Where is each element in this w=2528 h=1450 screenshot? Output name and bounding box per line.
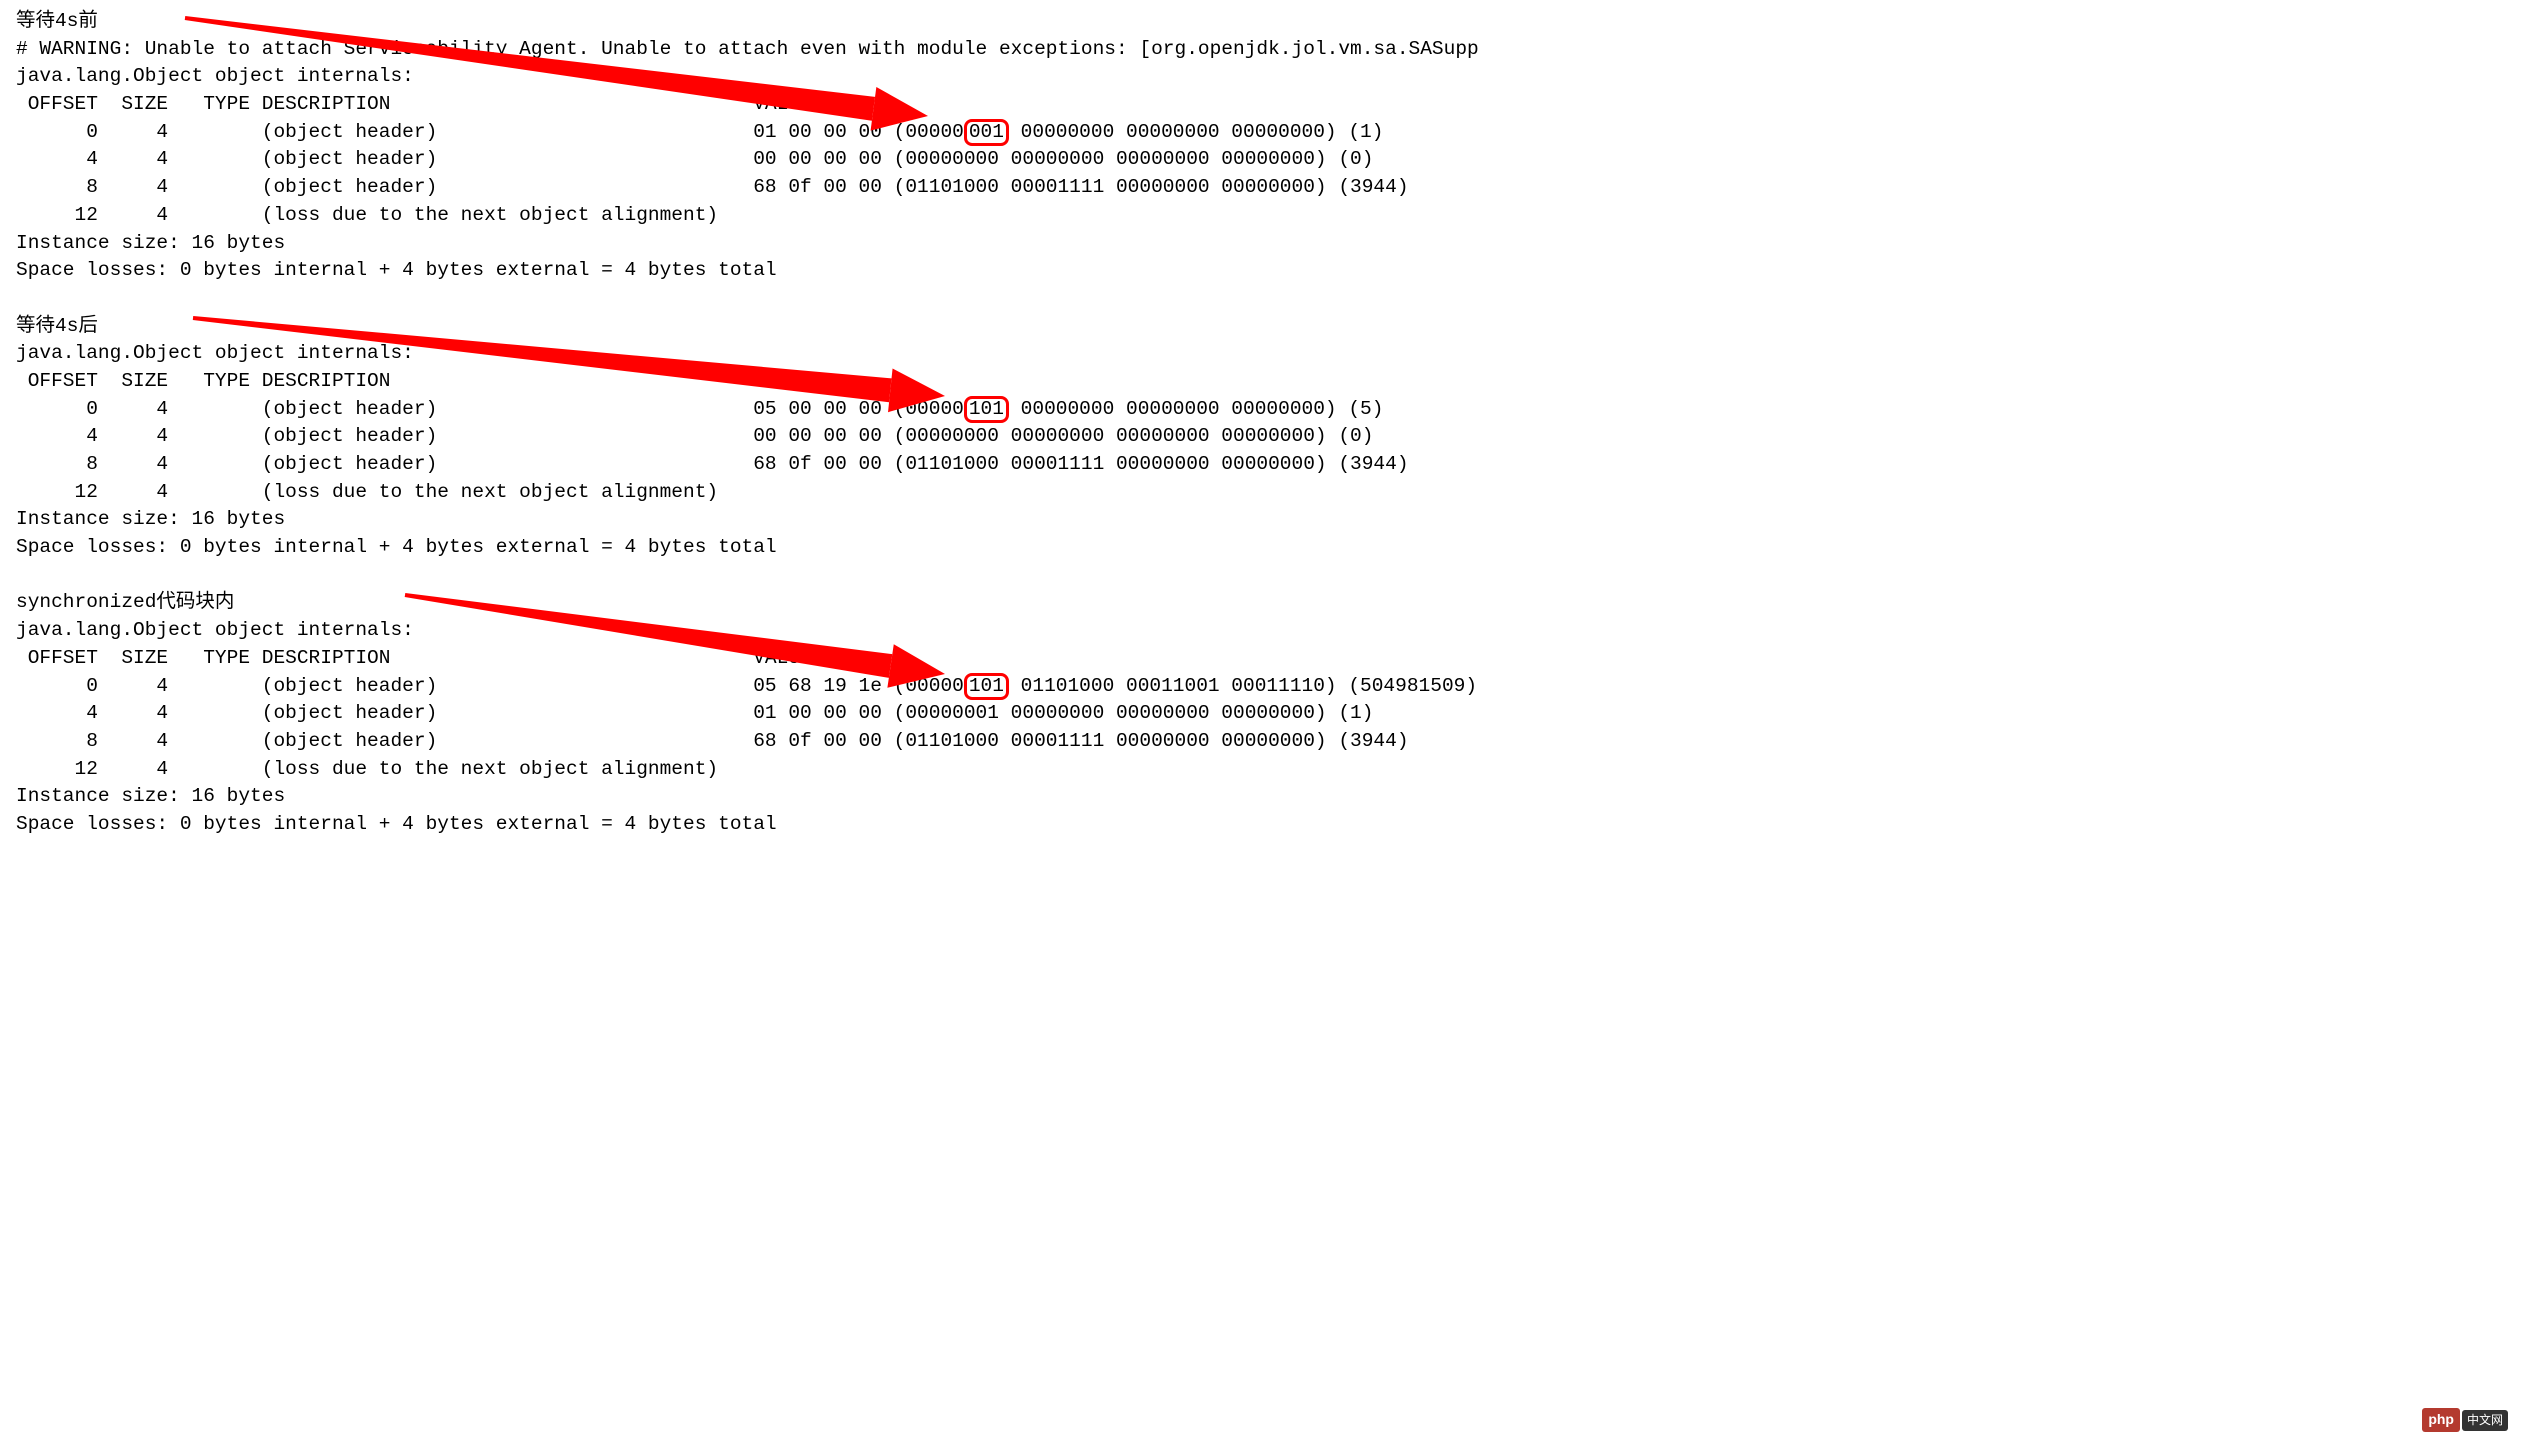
column-header: OFFSET SIZE TYPE DESCRIPTION VALUE	[16, 91, 2512, 119]
output-section: synchronized代码块内java.lang.Object object …	[16, 589, 2512, 866]
row-text: 12 4 (loss due to the next object alignm…	[16, 758, 718, 780]
instance-size: Instance size: 16 bytes	[16, 506, 2512, 534]
object-internals-header: java.lang.Object object internals:	[16, 63, 2512, 91]
data-row: 12 4 (loss due to the next object alignm…	[16, 479, 2512, 507]
row-text: 0 4 (object header) 05 00 00 00 (00000	[16, 398, 964, 420]
data-row: 8 4 (object header) 68 0f 00 00 (0110100…	[16, 451, 2512, 479]
output-section: 等待4s后java.lang.Object object internals: …	[16, 313, 2512, 590]
object-internals-header: java.lang.Object object internals:	[16, 340, 2512, 368]
data-row: 0 4 (object header) 01 00 00 00 (0000000…	[16, 119, 2512, 147]
instance-size: Instance size: 16 bytes	[16, 230, 2512, 258]
row-text: 4 4 (object header) 01 00 00 00 (0000000…	[16, 702, 1373, 724]
data-row: 12 4 (loss due to the next object alignm…	[16, 756, 2512, 784]
watermark-php: php	[2422, 1408, 2460, 1432]
space-losses: Space losses: 0 bytes internal + 4 bytes…	[16, 257, 2512, 285]
data-row: 4 4 (object header) 00 00 00 00 (0000000…	[16, 423, 2512, 451]
data-row: 12 4 (loss due to the next object alignm…	[16, 202, 2512, 230]
blank-line	[16, 839, 2512, 867]
row-text: 4 4 (object header) 00 00 00 00 (0000000…	[16, 425, 1373, 447]
space-losses: Space losses: 0 bytes internal + 4 bytes…	[16, 534, 2512, 562]
data-row: 0 4 (object header) 05 00 00 00 (0000010…	[16, 396, 2512, 424]
row-text: 8 4 (object header) 68 0f 00 00 (0110100…	[16, 453, 1409, 475]
space-losses: Space losses: 0 bytes internal + 4 bytes…	[16, 811, 2512, 839]
row-text: 8 4 (object header) 68 0f 00 00 (0110100…	[16, 176, 1409, 198]
row-text: 0 4 (object header) 05 68 19 1e (00000	[16, 675, 964, 697]
data-row: 4 4 (object header) 00 00 00 00 (0000000…	[16, 146, 2512, 174]
data-row: 8 4 (object header) 68 0f 00 00 (0110100…	[16, 174, 2512, 202]
row-text: 12 4 (loss due to the next object alignm…	[16, 481, 718, 503]
row-text-after: 00000000 00000000 00000000) (1)	[1009, 121, 1383, 143]
section-title: synchronized代码块内	[16, 589, 2512, 617]
section-title: 等待4s前	[16, 8, 2512, 36]
data-row: 4 4 (object header) 01 00 00 00 (0000000…	[16, 700, 2512, 728]
data-row: 8 4 (object header) 68 0f 00 00 (0110100…	[16, 728, 2512, 756]
highlighted-bits: 101	[964, 673, 1009, 700]
data-row: 0 4 (object header) 05 68 19 1e (0000010…	[16, 673, 2512, 701]
section-title: 等待4s后	[16, 313, 2512, 341]
watermark: php中文网	[2422, 1408, 2508, 1432]
blank-line	[16, 562, 2512, 590]
highlighted-bits: 001	[964, 119, 1009, 146]
row-text: 8 4 (object header) 68 0f 00 00 (0110100…	[16, 730, 1409, 752]
instance-size: Instance size: 16 bytes	[16, 783, 2512, 811]
column-header: OFFSET SIZE TYPE DESCRIPTION VALUE	[16, 368, 2512, 396]
blank-line	[16, 285, 2512, 313]
output-section: 等待4s前# WARNING: Unable to attach Service…	[16, 8, 2512, 313]
row-text: 0 4 (object header) 01 00 00 00 (00000	[16, 121, 964, 143]
row-text-after: 00000000 00000000 00000000) (5)	[1009, 398, 1383, 420]
row-text: 4 4 (object header) 00 00 00 00 (0000000…	[16, 148, 1373, 170]
column-header: OFFSET SIZE TYPE DESCRIPTION VALUE	[16, 645, 2512, 673]
watermark-cn: 中文网	[2462, 1410, 2508, 1431]
highlighted-bits: 101	[964, 396, 1009, 423]
row-text-after: 01101000 00011001 00011110) (504981509)	[1009, 675, 1477, 697]
warning-line: # WARNING: Unable to attach Serviceabili…	[16, 36, 2512, 64]
object-internals-header: java.lang.Object object internals:	[16, 617, 2512, 645]
row-text: 12 4 (loss due to the next object alignm…	[16, 204, 718, 226]
